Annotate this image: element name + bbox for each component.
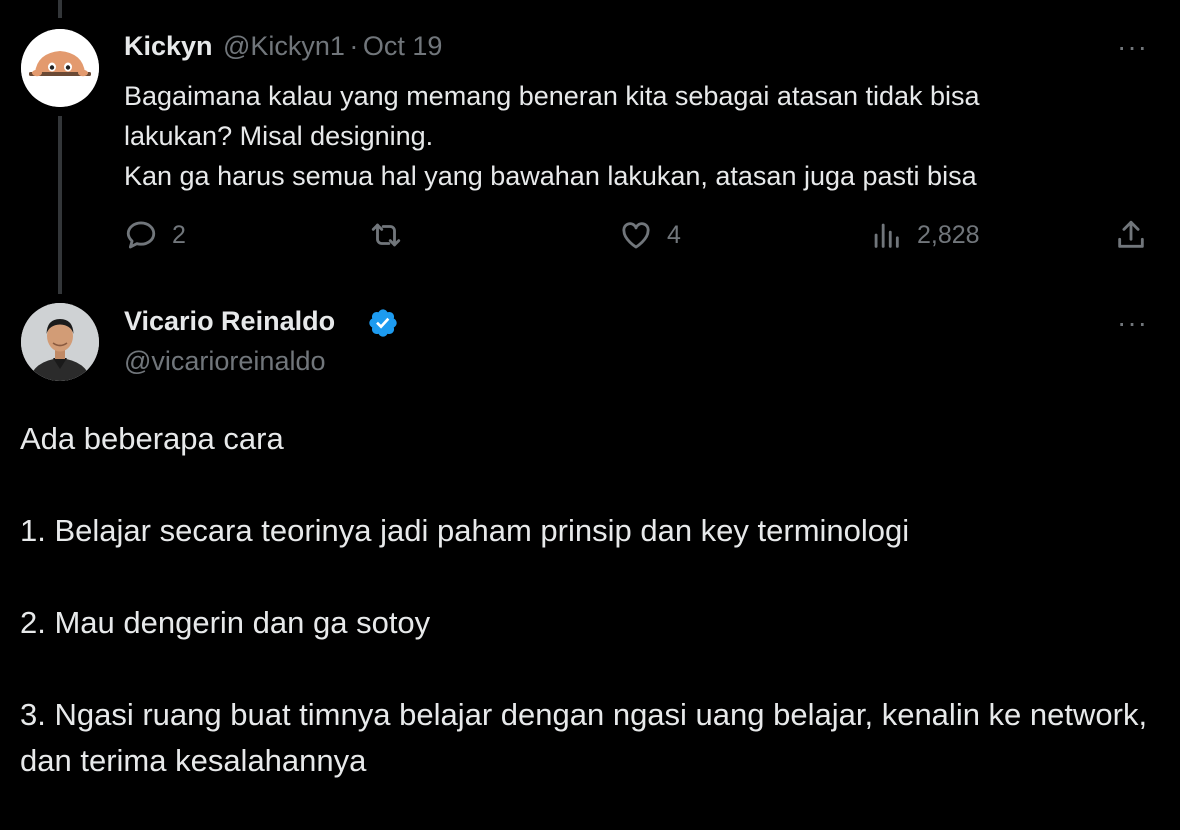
verified-badge-icon [369,309,397,337]
tweet-text: Bagaimana kalau yang memang beneran kita… [124,76,1144,196]
reply-header: Kickyn @Kickyn1 · Oct 19 [124,31,442,62]
thread-line-connector [58,116,62,294]
avatar[interactable] [21,29,99,107]
tweet-date[interactable]: Oct 19 [363,31,443,61]
author-handle[interactable]: @vicarioreinaldo [124,346,326,377]
header-separator: · [349,31,359,61]
like-button[interactable]: 4 [619,218,681,252]
thread-line-top [58,0,62,18]
views-icon [874,223,899,248]
author-name[interactable]: Kickyn [124,31,213,61]
like-icon [622,222,650,249]
author-name[interactable]: Vicario Reinaldo [124,306,335,337]
share-icon [1118,220,1144,248]
retweet-button[interactable] [369,218,403,252]
tweet-paragraph: 1. Belajar secara teorinya jadi paham pr… [20,513,910,548]
reply-icon [126,221,156,249]
retweet-icon [371,223,401,247]
tweet-text-line: lakukan? Misal designing. [124,121,434,151]
tweet-text-line: Bagaimana kalau yang memang beneran kita… [124,81,980,111]
views-button[interactable]: 2,828 [869,218,980,252]
share-button[interactable] [1114,218,1148,252]
tweet-paragraph: Ada beberapa cara [20,421,284,456]
reply-count: 2 [172,220,186,249]
more-options-icon[interactable]: ··· [1117,309,1148,337]
more-options-icon[interactable]: ··· [1117,33,1148,61]
avatar-photo-image [21,303,99,381]
tweet-paragraph: 3. Ngasi ruang buat timnya belajar denga… [20,697,1148,778]
tweet-actions: 2 4 2,828 [124,218,1154,258]
like-count: 4 [667,220,681,249]
views-count: 2,828 [917,220,980,249]
tweet-text-line: Kan ga harus semua hal yang bawahan laku… [124,161,977,191]
tweet-text: Ada beberapa cara 1. Belajar secara teor… [20,416,1160,830]
author-handle[interactable]: @Kickyn1 [223,31,345,61]
tweet-paragraph: 2. Mau dengerin dan ga sotoy [20,605,431,640]
avatar-peeking-character-image [21,29,99,107]
avatar[interactable] [21,303,99,381]
reply-button[interactable]: 2 [124,218,186,252]
